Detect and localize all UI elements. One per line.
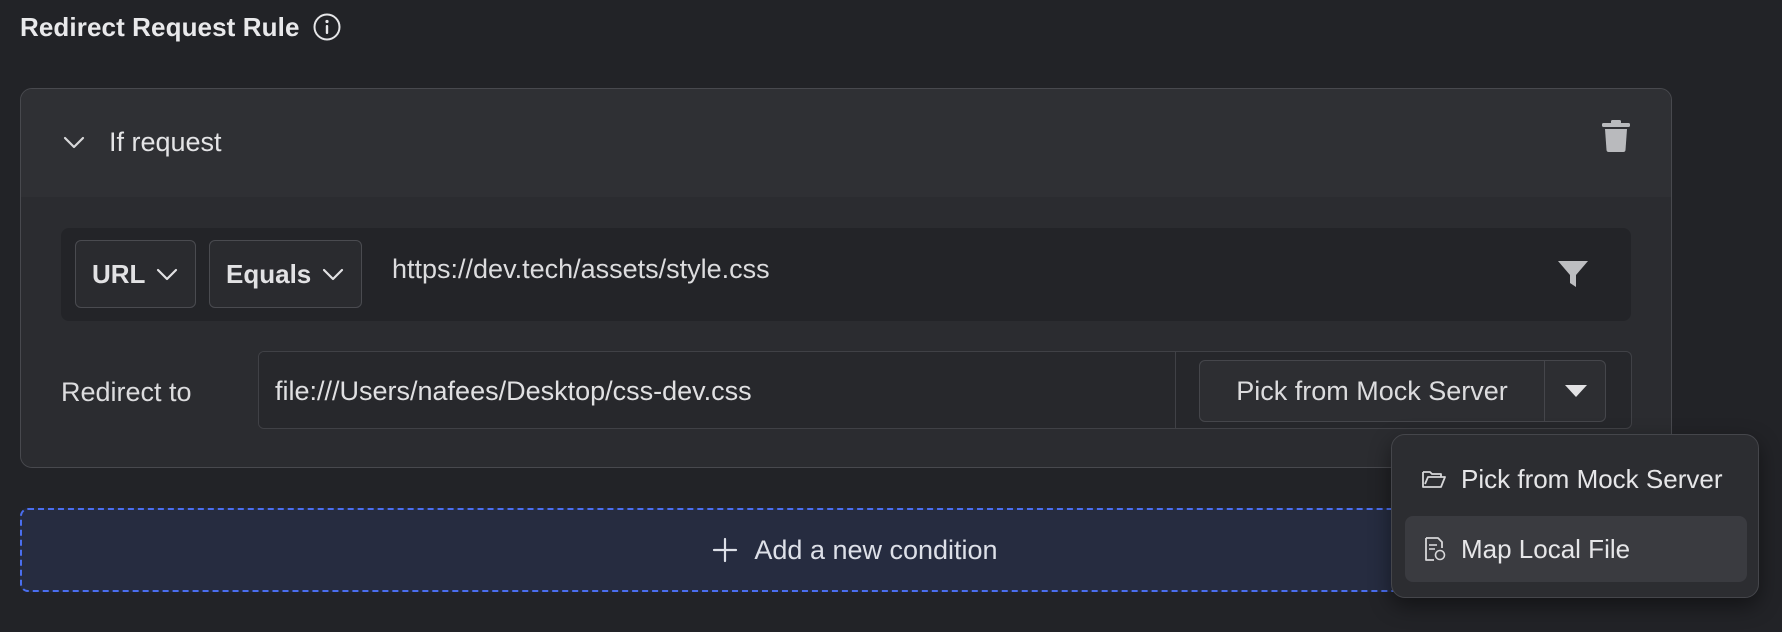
menu-item-label: Map Local File — [1461, 533, 1631, 564]
rule-card-title: If request — [109, 127, 222, 157]
redirect-url-input[interactable]: file:///Users/nafees/Desktop/css-dev.css — [259, 352, 1176, 428]
caret-down-icon — [1563, 383, 1589, 399]
filter-icon[interactable] — [1555, 256, 1591, 292]
operator-select[interactable]: Equals — [209, 240, 362, 308]
title-row: Redirect Request Rule — [20, 8, 342, 46]
operator-label: Equals — [226, 258, 312, 289]
add-condition-button[interactable]: Add a new condition — [20, 508, 1410, 592]
chevron-down-icon — [321, 262, 345, 286]
rule-editor-page: Redirect Request Rule If request URL Equ… — [0, 0, 1782, 632]
redirect-url-value: file:///Users/nafees/Desktop/css-dev.css — [275, 376, 752, 406]
condition-value-input[interactable]: https://dev.tech/assets/style.css — [392, 254, 770, 285]
plus-icon — [712, 537, 738, 563]
info-icon[interactable] — [312, 12, 342, 42]
redirect-label: Redirect to — [61, 377, 192, 407]
mock-server-button-group: Pick from Mock Server — [1199, 360, 1606, 422]
file-sync-icon — [1421, 536, 1447, 562]
chevron-down-icon[interactable] — [61, 129, 87, 155]
add-condition-content: Add a new condition — [712, 534, 998, 566]
condition-row: URL Equals https://dev.tech/assets/style… — [61, 228, 1631, 321]
trash-icon[interactable] — [1601, 119, 1631, 153]
mock-server-dropdown-toggle[interactable] — [1544, 361, 1606, 421]
page-title: Redirect Request Rule — [20, 11, 300, 42]
source-field-label: URL — [92, 258, 146, 289]
redirect-destination: file:///Users/nafees/Desktop/css-dev.css… — [258, 351, 1632, 429]
rule-card-header: If request — [21, 89, 1671, 197]
rule-card: If request URL Equals https://dev.tech/a… — [20, 88, 1672, 468]
pick-from-mock-server-button[interactable]: Pick from Mock Server — [1200, 361, 1544, 421]
rule-card-body: URL Equals https://dev.tech/assets/style… — [21, 197, 1671, 467]
chevron-down-icon — [155, 262, 179, 286]
add-condition-label: Add a new condition — [754, 534, 998, 565]
source-field-select[interactable]: URL — [75, 240, 196, 308]
menu-item-map-local-file[interactable]: Map Local File — [1405, 516, 1747, 582]
menu-item-label: Pick from Mock Server — [1461, 463, 1723, 494]
menu-item-pick-from-mock-server[interactable]: Pick from Mock Server — [1405, 446, 1747, 512]
destination-dropdown-menu: Pick from Mock Server Map Local File — [1391, 434, 1759, 598]
folder-open-icon — [1421, 466, 1447, 492]
